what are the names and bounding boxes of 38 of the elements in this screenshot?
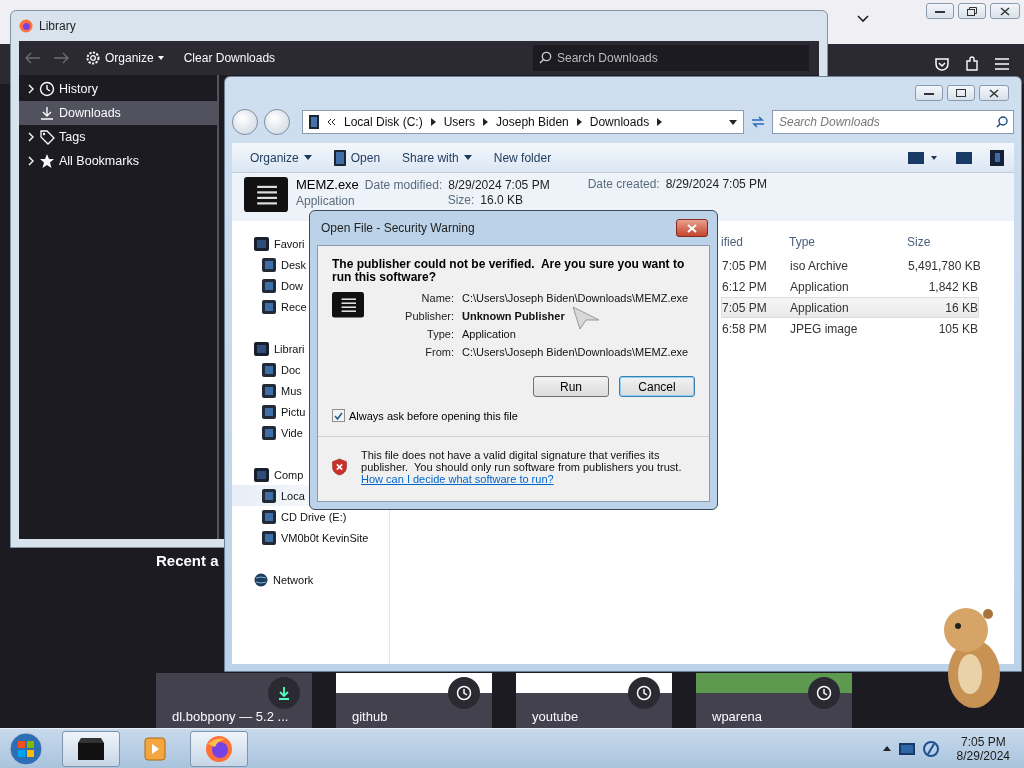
warning-text: This file does not have a valid digital signature that verifies its publisher. You should only run software from publishers you trust. <box>361 449 683 474</box>
table-cell-text: 7:05 PM <box>722 300 768 315</box>
table-cell-text: 7:05 PM <box>722 258 768 273</box>
field-value: 8/29/2024 7:05 PM <box>665 177 768 191</box>
card-title: dl.bobpony — 5.2 ... <box>171 709 290 726</box>
card-title: wparena <box>711 709 763 726</box>
dialog-title: Open File - Security Warning <box>321 221 475 235</box>
section-heading: Recent a <box>156 552 219 569</box>
field-value: Unknown Publisher <box>462 310 565 323</box>
field-label: Publisher: <box>404 310 454 323</box>
card-title: github <box>351 709 389 726</box>
field-value: C:\Users\Joseph Biden\Downloads\MEMZ.exe <box>462 292 689 305</box>
table-cell-text: iso Archive <box>790 258 850 273</box>
field-label: Size: <box>447 193 475 207</box>
field-label: Date modified: <box>364 178 443 192</box>
card-title: youtube <box>531 709 580 726</box>
field-label: Name: <box>420 292 454 305</box>
table-cell-text: 105 KB <box>937 321 978 336</box>
table-cell-text: Application <box>790 279 850 294</box>
field-label: From: <box>424 346 454 359</box>
table-cell-text: JPEG image <box>790 321 859 336</box>
field-value: C:\Users\Joseph Biden\Downloads\MEMZ.exe <box>462 346 689 359</box>
table-cell: 5,491,780 KB <box>908 258 978 273</box>
table-cell-text: Application <box>790 300 850 315</box>
field-label: Type: <box>426 328 454 341</box>
checkbox-label: Always ask before opening this file <box>349 409 518 422</box>
window-title: Library <box>39 19 76 33</box>
table-cell-text: 16 KB <box>944 300 978 315</box>
table-cell-text: 1,842 KB <box>927 279 978 294</box>
table-cell-text: 6:58 PM <box>722 321 768 336</box>
dialog-heading: The publisher could not be verified. Are you sure you want to run this software? <box>332 258 686 285</box>
field-value: Application <box>462 328 516 341</box>
field-value: 8/29/2024 7:05 PM <box>448 178 550 192</box>
field-value: 16.0 KB <box>480 193 524 207</box>
file-name: MEMZ.exe <box>296 177 359 192</box>
table-cell-text: 6:12 PM <box>722 279 768 294</box>
file-type: Application <box>296 194 355 208</box>
field-label: Date created: <box>587 177 660 191</box>
